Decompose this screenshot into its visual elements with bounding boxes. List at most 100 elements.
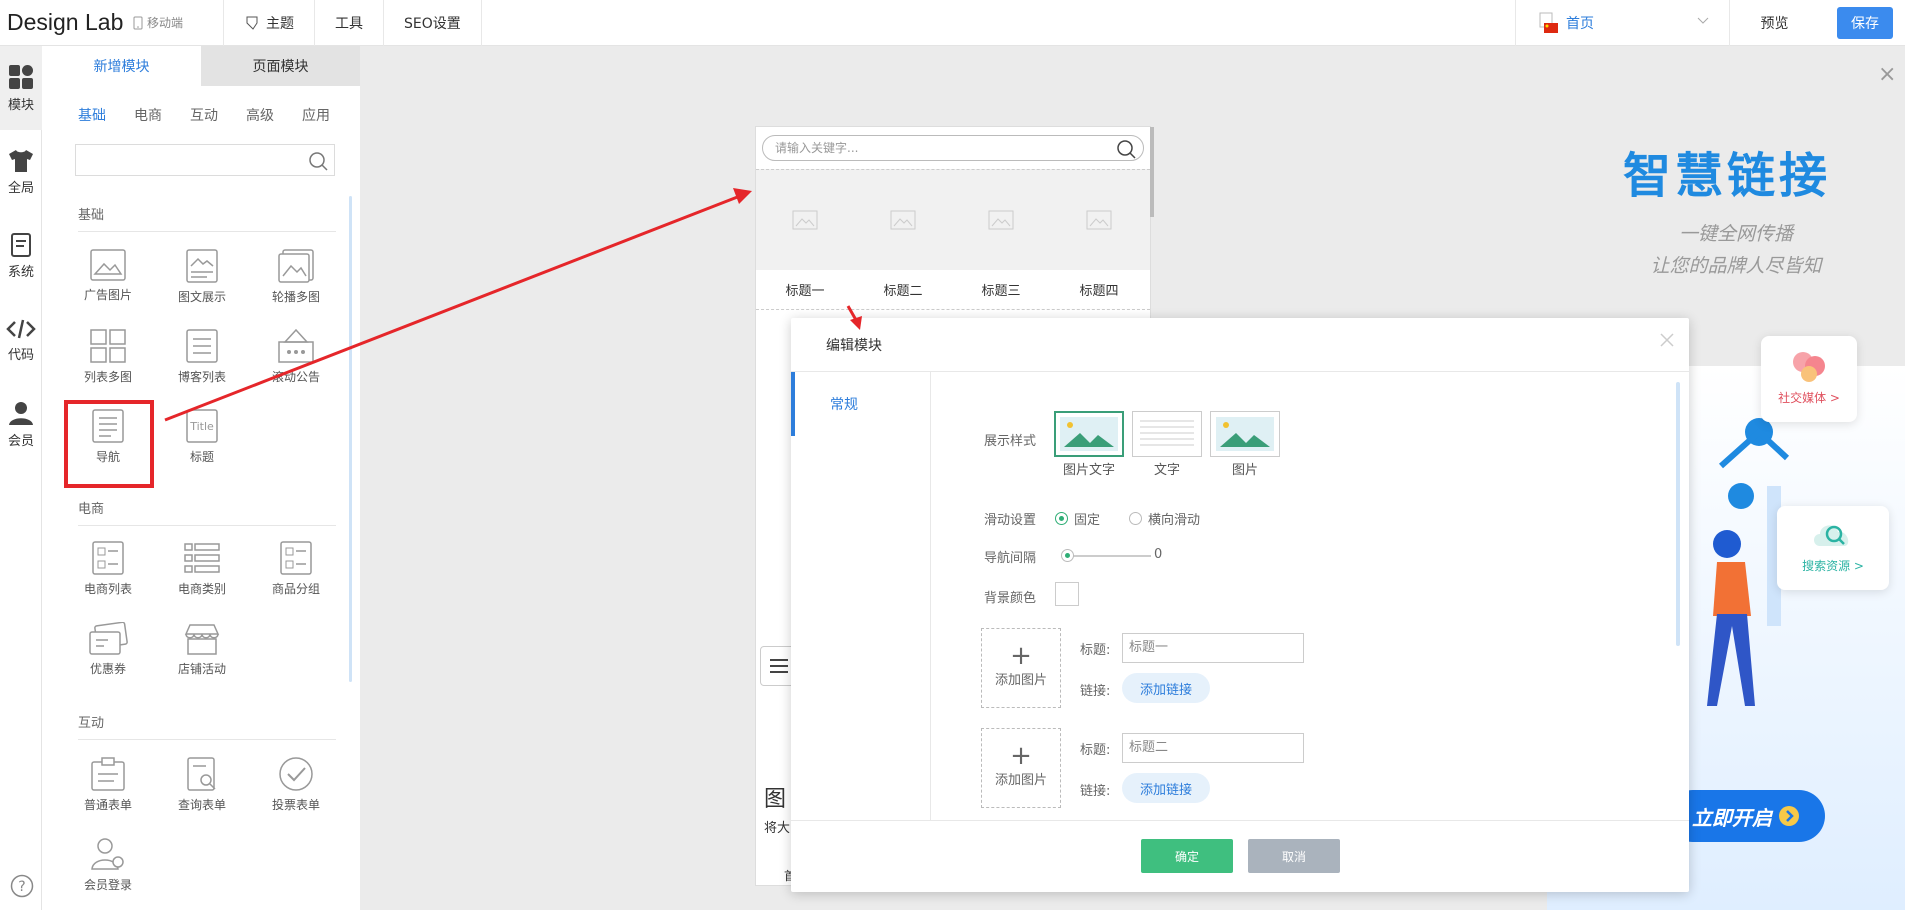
nav-item-3[interactable]: 标题三	[952, 280, 1050, 299]
grid-images-icon	[90, 329, 126, 363]
image-text-style-icon	[1060, 417, 1118, 451]
canvas-search-input[interactable]: 请输入关键字...	[762, 135, 1144, 161]
social-media-icon	[1793, 352, 1825, 382]
spacing-slider-track[interactable]	[1067, 555, 1151, 557]
subtab-advanced[interactable]: 高级	[246, 105, 274, 125]
style-option-text[interactable]: 文字	[1132, 411, 1202, 478]
title-input-1[interactable]: 标题一	[1122, 633, 1304, 663]
module-category-tabs: 基础 电商 互动 高级 应用	[42, 86, 360, 144]
add-image-button-2[interactable]: + 添加图片	[981, 728, 1061, 808]
ad-card-social[interactable]: 社交媒体 >	[1761, 336, 1857, 422]
user-icon	[9, 401, 33, 425]
subtab-basic[interactable]: 基础	[78, 105, 106, 125]
confirm-button[interactable]: 确定	[1141, 839, 1233, 873]
add-link-button-1[interactable]: 添加链接	[1122, 673, 1210, 703]
preview-button[interactable]: 预览	[1729, 0, 1819, 46]
close-icon[interactable]	[1659, 332, 1675, 348]
module-query-form[interactable]: 查询表单	[162, 756, 242, 813]
subtab-ecommerce[interactable]: 电商	[134, 105, 162, 125]
dialog-scrollbar[interactable]	[1676, 382, 1680, 646]
style-option-image[interactable]: 图片	[1210, 411, 1280, 478]
module-image-text[interactable]: 图文展示	[162, 248, 242, 305]
canvas-scrollbar[interactable]	[1150, 127, 1154, 217]
radio-dot	[1055, 512, 1068, 525]
canvas-peek-text: 图	[764, 787, 787, 812]
help-icon[interactable]: ?	[10, 874, 34, 898]
sidebar-item-member[interactable]: 会员	[0, 382, 42, 466]
subtab-interactive[interactable]: 互动	[190, 105, 218, 125]
chevron-down-icon	[1697, 17, 1709, 24]
nav-theme[interactable]: 主题	[223, 0, 314, 46]
image-icon	[90, 249, 126, 281]
style-option-image-text[interactable]: 图片文字	[1054, 411, 1124, 478]
page-select[interactable]: 首页	[1515, 0, 1729, 46]
sidebar-item-global[interactable]: 全局	[0, 130, 42, 214]
module-coupon[interactable]: 优惠券	[68, 622, 148, 677]
search-icon[interactable]	[308, 151, 328, 171]
top-bar: Design Lab 移动端 主题 工具 SEO设置 首页 预览 保存	[0, 0, 1905, 46]
module-blog-list[interactable]: 博客列表	[162, 328, 242, 385]
module-search-input[interactable]	[75, 144, 335, 176]
tab-add-module[interactable]: 新增模块	[42, 46, 201, 86]
module-member-login[interactable]: 会员登录	[68, 836, 148, 893]
cloud-search-icon	[1814, 525, 1849, 546]
ad-card-search[interactable]: 搜索资源 >	[1777, 506, 1889, 590]
add-link-button-2[interactable]: 添加链接	[1122, 773, 1210, 803]
mobile-switch[interactable]: 移动端	[133, 14, 223, 31]
radio-horizontal[interactable]: 横向滑动	[1129, 509, 1200, 528]
subtab-apps[interactable]: 应用	[302, 105, 330, 125]
bg-color-label: 背景颜色	[984, 591, 1037, 606]
sidebar-item-modules[interactable]: 模块	[0, 46, 42, 130]
module-label: 电商类别	[177, 582, 226, 596]
add-image-label: 添加图片	[994, 673, 1047, 688]
module-carousel[interactable]: 轮播多图	[256, 248, 336, 305]
module-title[interactable]: Title 标题	[162, 408, 242, 465]
ad-subtitle: 一键全网传播 让您的品牌人尽皆知	[1631, 218, 1841, 282]
radio-fixed[interactable]: 固定	[1055, 509, 1100, 528]
module-ecom-category[interactable]: 电商类别	[162, 540, 242, 597]
module-label: 普通表单	[83, 798, 132, 812]
image-style-icon	[1216, 417, 1274, 451]
ad-cta-button[interactable]: 立即开启	[1667, 790, 1825, 842]
plus-icon: +	[1010, 741, 1032, 771]
title-input-2[interactable]: 标题二	[1122, 733, 1304, 763]
nav-preview[interactable]: 标题一 标题二 标题三 标题四	[756, 169, 1150, 310]
module-ad-image[interactable]: 广告图片	[68, 248, 148, 303]
tab-general[interactable]: 常规	[791, 372, 930, 436]
tab-page-module[interactable]: 页面模块	[201, 46, 360, 86]
bg-color-picker[interactable]	[1055, 582, 1079, 606]
cancel-button[interactable]: 取消	[1248, 839, 1340, 873]
module-vote-form[interactable]: 投票表单	[256, 756, 336, 813]
module-shop-activity[interactable]: 店铺活动	[162, 622, 242, 677]
nav-item-2[interactable]: 标题二	[854, 280, 952, 299]
spacing-value: 0	[1154, 547, 1163, 562]
sidebar-item-system[interactable]: 系统	[0, 214, 42, 298]
module-label: 投票表单	[271, 798, 320, 812]
product-group-icon	[280, 541, 312, 575]
module-normal-form[interactable]: 普通表单	[68, 756, 148, 813]
save-button[interactable]: 保存	[1837, 7, 1893, 39]
panel-scrollbar[interactable]	[349, 196, 352, 682]
add-image-button-1[interactable]: + 添加图片	[981, 628, 1061, 708]
nav-tools[interactable]: 工具	[314, 0, 383, 46]
section-interactive: 互动	[78, 712, 336, 740]
nav-item-4[interactable]: 标题四	[1050, 280, 1148, 299]
text-style-icon	[1140, 420, 1194, 446]
title-label-2: 标题:	[1080, 743, 1111, 758]
top-nav: 主题 工具 SEO设置	[223, 0, 482, 46]
nav-theme-label: 主题	[266, 15, 294, 32]
nav-seo[interactable]: SEO设置	[383, 0, 482, 46]
module-list-images[interactable]: 列表多图	[68, 328, 148, 385]
radio-label: 固定	[1074, 513, 1101, 528]
top-right: 首页 预览 保存	[1515, 0, 1905, 46]
sidebar-label: 代码	[7, 347, 34, 363]
ad-close-button[interactable]: ×	[1878, 62, 1896, 87]
module-scroll-notice[interactable]: 滚动公告	[256, 328, 336, 385]
sidebar-item-code[interactable]: 代码	[0, 298, 42, 382]
module-product-group[interactable]: 商品分组	[256, 540, 336, 597]
nav-item-1[interactable]: 标题一	[756, 280, 854, 299]
spacing-slider-knob[interactable]	[1061, 549, 1074, 562]
carousel-icon	[278, 249, 314, 283]
style-option-label: 图片	[1231, 463, 1258, 478]
module-ecom-list[interactable]: 电商列表	[68, 540, 148, 597]
